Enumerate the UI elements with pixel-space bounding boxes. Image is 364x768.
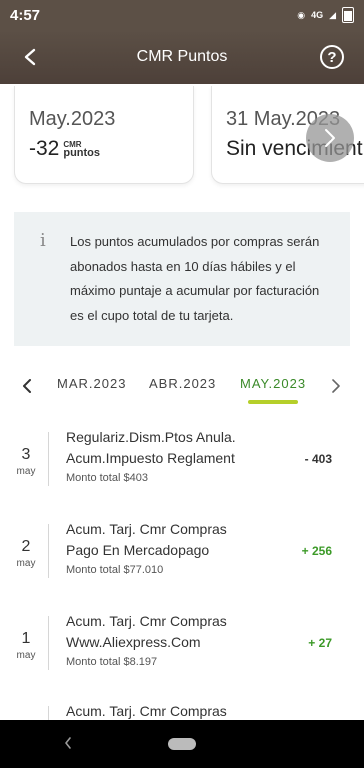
day-number: 2 xyxy=(21,538,31,555)
card-date: May.2023 xyxy=(29,108,116,130)
nav-back-icon xyxy=(65,737,71,749)
back-button[interactable] xyxy=(0,30,60,84)
description-line-2: Www.Aliexpress.Com xyxy=(66,634,201,650)
row-divider xyxy=(48,524,49,578)
description-line-1: Acum. Tarj. Cmr Compras xyxy=(66,703,227,719)
tab-abr-2023[interactable]: ABR.2023 xyxy=(149,376,216,391)
description-line-2: Acum.Impuesto Reglament xyxy=(66,450,235,466)
hotspot-icon: ◉ xyxy=(297,9,306,20)
battery-icon xyxy=(342,7,354,23)
unit-bottom: puntos xyxy=(63,147,101,159)
signal-icon: ◢ xyxy=(329,9,336,20)
transaction-description: Regulariz.Dism.Ptos Anula. Acum.Impuesto… xyxy=(66,427,286,469)
card-points-value: -32 CMR puntos xyxy=(29,137,179,161)
day-month: may xyxy=(16,558,36,569)
description-line-1: Acum. Tarj. Cmr Compras xyxy=(66,521,227,537)
chevron-right-icon xyxy=(325,129,335,147)
transaction-row[interactable]: Acum. Tarj. Cmr Compras xyxy=(0,700,364,720)
next-month-button[interactable] xyxy=(324,374,348,398)
day-month: may xyxy=(16,650,36,661)
points-card-current: May.2023 -32 CMR puntos xyxy=(14,86,194,184)
day-number: 3 xyxy=(21,446,31,463)
transaction-description: Acum. Tarj. Cmr Compras Www.Aliexpress.C… xyxy=(66,611,286,653)
day-month: may xyxy=(16,466,36,477)
description-line-1: Regulariz.Dism.Ptos Anula. xyxy=(66,429,236,445)
tab-mar-2023[interactable]: MAR.2023 xyxy=(57,376,126,391)
status-bar: 4:57 ◉ 4G ◢ xyxy=(0,0,364,30)
nav-back-button[interactable] xyxy=(64,733,72,754)
arrow-left-icon xyxy=(24,48,36,66)
transaction-total: Monto total $8.197 xyxy=(66,656,158,668)
transaction-points: + 27 xyxy=(308,636,332,650)
row-divider xyxy=(48,616,49,670)
chevron-right-icon xyxy=(332,379,340,393)
network-label: 4G xyxy=(311,10,324,20)
tab-may-2023[interactable]: MAY.2023 xyxy=(240,376,306,391)
transaction-row[interactable]: 2 may Acum. Tarj. Cmr Compras Pago En Me… xyxy=(0,516,364,608)
info-text: Los puntos acumulados por compras serán … xyxy=(70,234,320,323)
transaction-date: 3 may xyxy=(10,446,42,477)
description-line-1: Acum. Tarj. Cmr Compras xyxy=(66,613,227,629)
row-divider xyxy=(48,432,49,486)
info-icon: i xyxy=(40,230,46,251)
transaction-row[interactable]: 1 may Acum. Tarj. Cmr Compras Www.Aliexp… xyxy=(0,608,364,700)
transaction-date: 1 may xyxy=(10,630,42,661)
points-amount: -32 xyxy=(29,137,60,160)
status-time: 4:57 xyxy=(10,6,41,24)
chevron-left-icon xyxy=(23,379,31,393)
system-nav-bar xyxy=(0,720,364,768)
transaction-total: Monto total $77.010 xyxy=(66,564,164,576)
active-tab-indicator xyxy=(248,400,298,404)
month-tabs: MAR.2023 ABR.2023 MAY.2023 xyxy=(0,366,364,408)
transaction-row[interactable]: 3 may Regulariz.Dism.Ptos Anula. Acum.Im… xyxy=(0,424,364,516)
prev-month-button[interactable] xyxy=(15,374,39,398)
nav-home-button[interactable] xyxy=(168,738,196,750)
transaction-date: 2 may xyxy=(10,538,42,569)
transaction-total: Monto total $403 xyxy=(66,472,148,484)
transaction-description: Acum. Tarj. Cmr Compras xyxy=(66,701,286,720)
help-button[interactable]: ? xyxy=(320,45,344,69)
transaction-description: Acum. Tarj. Cmr Compras Pago En Mercadop… xyxy=(66,519,286,561)
day-number: 1 xyxy=(21,630,31,647)
transaction-points: + 256 xyxy=(301,544,332,558)
points-unit: CMR puntos xyxy=(63,141,101,159)
status-icons: ◉ 4G ◢ xyxy=(297,7,354,23)
info-notice: i Los puntos acumulados por compras será… xyxy=(14,212,350,346)
row-divider xyxy=(48,706,49,720)
transaction-points: - 403 xyxy=(304,452,332,466)
carousel-next-button[interactable] xyxy=(306,114,354,162)
app-bar: CMR Puntos ? xyxy=(0,30,364,84)
description-line-2: Pago En Mercadopago xyxy=(66,542,210,558)
